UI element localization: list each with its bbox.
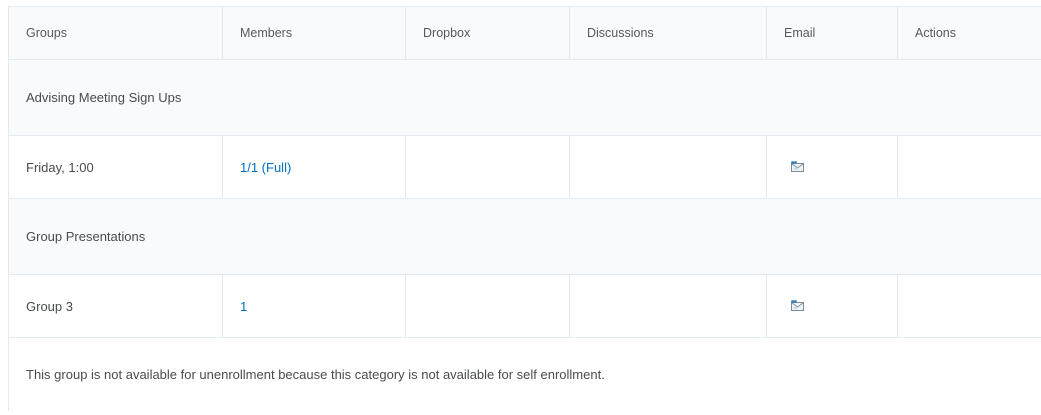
table-row: Friday, 1:00 1/1 (Full) <box>8 135 1041 199</box>
email-icon[interactable] <box>791 299 804 311</box>
dropbox-cell <box>405 135 570 199</box>
column-header-actions: Actions <box>897 6 1041 60</box>
column-header-dropbox: Dropbox <box>405 6 570 60</box>
discussions-cell <box>569 135 767 199</box>
dropbox-cell <box>405 274 570 338</box>
email-cell <box>766 135 898 199</box>
category-name: Advising Meeting Sign Ups <box>8 59 1041 136</box>
actions-cell <box>897 274 1041 338</box>
group-name: Friday, 1:00 <box>8 135 223 199</box>
column-header-email: Email <box>766 6 898 60</box>
notice-row: This group is not available for unenroll… <box>8 337 1041 411</box>
column-header-groups: Groups <box>8 6 223 60</box>
email-cell <box>766 274 898 338</box>
column-header-members: Members <box>222 6 406 60</box>
members-link[interactable]: 1/1 (Full) <box>240 160 291 175</box>
members-cell: 1 <box>222 274 406 338</box>
members-cell: 1/1 (Full) <box>222 135 406 199</box>
table-row: Group 3 1 <box>8 274 1041 338</box>
email-icon[interactable] <box>791 160 804 172</box>
groups-table: Groups Members Dropbox Discussions Email… <box>8 6 1041 411</box>
category-name: Group Presentations <box>8 198 1041 275</box>
discussions-cell <box>569 274 767 338</box>
group-name: Group 3 <box>8 274 223 338</box>
table-header-row: Groups Members Dropbox Discussions Email… <box>8 6 1041 60</box>
groups-table-container: Groups Members Dropbox Discussions Email… <box>8 6 1041 411</box>
category-row-presentations: Group Presentations <box>8 198 1041 275</box>
unenrollment-notice: This group is not available for unenroll… <box>8 337 1041 411</box>
column-header-discussions: Discussions <box>569 6 767 60</box>
actions-cell <box>897 135 1041 199</box>
members-link[interactable]: 1 <box>240 299 247 314</box>
category-row-advising: Advising Meeting Sign Ups <box>8 59 1041 136</box>
